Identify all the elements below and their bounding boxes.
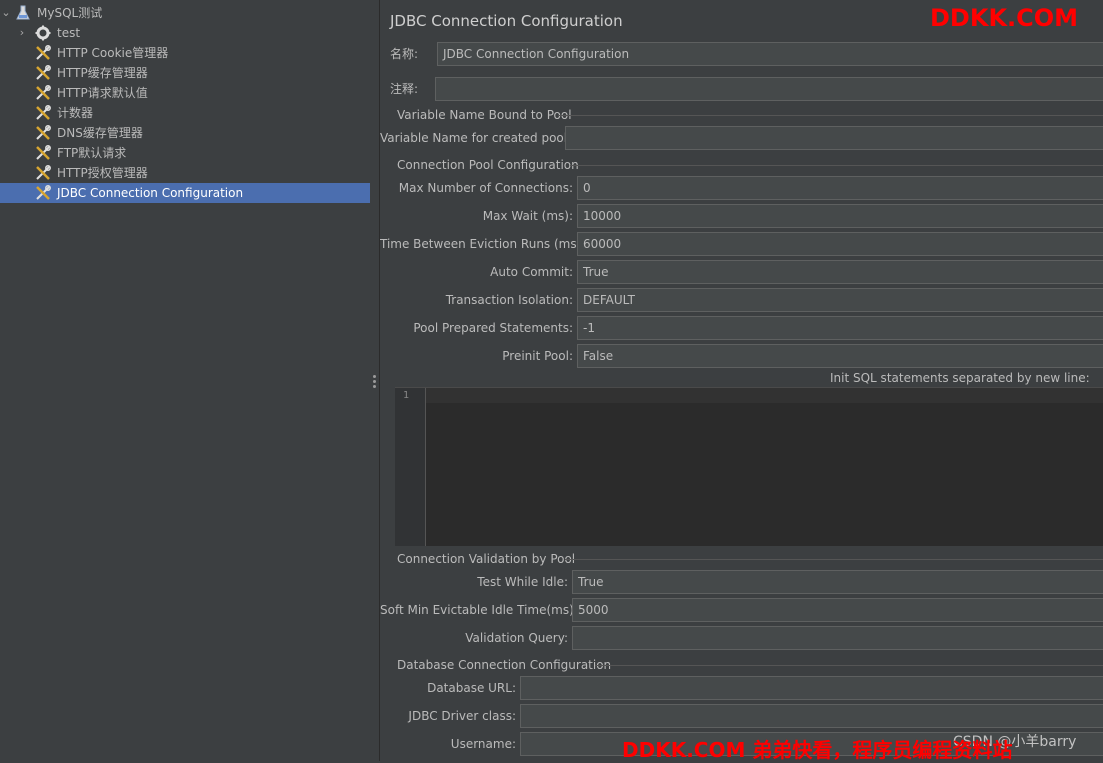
watermark-top: DDKK.COM [930,4,1079,32]
max-wait-field[interactable]: 10000 [577,204,1103,228]
tree-node-counter[interactable]: 计数器 [0,103,370,123]
test-while-idle-label: Test While Idle: [477,575,568,589]
current-line-highlight [426,388,1103,403]
chevron-down-icon[interactable]: ⌄ [0,3,12,23]
drag-handle-dot [373,380,376,383]
test-plan-tree[interactable]: ⌄ MySQL测试 › test HTTP Cookie管理器 HTTP缓存管理… [0,0,370,761]
name-field[interactable]: JDBC Connection Configuration [437,42,1103,66]
max-wait-label: Max Wait (ms): [482,209,573,223]
init-sql-label: Init SQL statements separated by new lin… [830,371,1090,385]
tree-node-label: HTTP授权管理器 [57,166,148,180]
eviction-runs-label: Time Between Eviction Runs (ms): [380,237,586,251]
init-sql-editor[interactable]: 1 [395,387,1103,546]
chevron-right-icon[interactable]: › [16,23,28,43]
tree-node-label: FTP默认请求 [57,146,127,160]
soft-min-idle-time-field[interactable]: 5000 [572,598,1103,622]
tree-node-jdbc-connection-configuration[interactable]: JDBC Connection Configuration [0,183,370,203]
variable-name-field[interactable] [565,126,1103,150]
tree-node-http-cache-manager[interactable]: HTTP缓存管理器 [0,63,370,83]
preinit-pool-label: Preinit Pool: [502,349,573,363]
pool-prepared-statements-label: Pool Prepared Statements: [413,321,573,335]
section-divider [565,559,1103,560]
line-number-gutter: 1 [395,388,426,546]
soft-min-idle-time-label: Soft Min Evictable Idle Time(ms): [380,603,578,617]
preinit-pool-select[interactable]: False [577,344,1103,368]
section-divider [558,115,1103,116]
variable-name-label: Variable Name for created pool: [380,131,572,145]
config-element-tools-icon [36,45,51,60]
section-title: Connection Validation by Pool [397,552,576,566]
tree-node-test[interactable]: › test [0,23,370,43]
eviction-runs-field[interactable]: 60000 [577,232,1103,256]
config-element-tools-icon [36,185,51,200]
validation-query-field[interactable] [572,626,1103,650]
config-element-tools-icon [36,85,51,100]
comment-field[interactable] [435,77,1103,101]
config-panel: JDBC Connection Configuration 名称: JDBC C… [380,0,1103,761]
max-connections-field[interactable]: 0 [577,176,1103,200]
thread-group-gear-icon [35,25,51,41]
tree-node-http-request-defaults[interactable]: HTTP请求默认值 [0,83,370,103]
tree-node-label: HTTP Cookie管理器 [57,46,169,60]
tree-node-http-cookie-manager[interactable]: HTTP Cookie管理器 [0,43,370,63]
validation-query-label: Validation Query: [465,631,568,645]
config-element-tools-icon [36,145,51,160]
config-element-tools-icon [36,65,51,80]
transaction-isolation-label: Transaction Isolation: [445,293,573,307]
tree-node-label: HTTP缓存管理器 [57,66,148,80]
max-connections-label: Max Number of Connections: [398,181,573,195]
tree-node-ftp-request-defaults[interactable]: FTP默认请求 [0,143,370,163]
split-pane-divider[interactable] [370,0,380,761]
tree-node-http-auth-manager[interactable]: HTTP授权管理器 [0,163,370,183]
section-title: Connection Pool Configuration [397,158,579,172]
section-database-connection: Database Connection Configuration [397,656,611,674]
transaction-isolation-select[interactable]: DEFAULT [577,288,1103,312]
watermark-bottom: DDKK.COM 弟弟快看，程序员编程资料站 [622,738,1013,762]
section-connection-validation: Connection Validation by Pool [397,550,575,568]
tree-node-dns-cache-manager[interactable]: DNS缓存管理器 [0,123,370,143]
drag-handle-dot [373,375,376,378]
tree-node-label: DNS缓存管理器 [57,126,143,140]
line-number: 1 [402,390,409,401]
pool-prepared-statements-field[interactable]: -1 [577,316,1103,340]
tree-node-label: HTTP请求默认值 [57,86,148,100]
tree-node-root[interactable]: ⌄ MySQL测试 [0,3,370,23]
page-title: JDBC Connection Configuration [390,12,623,30]
tree-node-label: 计数器 [57,106,94,120]
database-url-field[interactable] [520,676,1103,700]
username-label: Username: [450,737,516,751]
test-plan-flask-icon [16,5,30,20]
test-while-idle-select[interactable]: True [572,570,1103,594]
drag-handle-dot [373,385,376,388]
jdbc-driver-class-select[interactable] [520,704,1103,728]
jdbc-driver-class-label: JDBC Driver class: [408,709,516,723]
section-connection-pool: Connection Pool Configuration [397,156,579,174]
config-element-tools-icon [36,165,51,180]
section-divider [595,665,1103,666]
name-label: 名称: [390,47,419,61]
database-url-label: Database URL: [427,681,516,695]
config-element-tools-icon [36,125,51,140]
section-variable-name: Variable Name Bound to Pool [397,106,572,124]
auto-commit-label: Auto Commit: [490,265,573,279]
section-divider [570,165,1103,166]
tree-node-label: JDBC Connection Configuration [57,186,244,200]
config-element-tools-icon [36,105,51,120]
auto-commit-select[interactable]: True [577,260,1103,284]
section-title: Variable Name Bound to Pool [397,108,572,122]
tree-node-label: MySQL测试 [37,6,103,20]
tree-node-label: test [57,26,81,40]
section-title: Database Connection Configuration [397,658,612,672]
comment-label: 注释: [390,82,419,96]
